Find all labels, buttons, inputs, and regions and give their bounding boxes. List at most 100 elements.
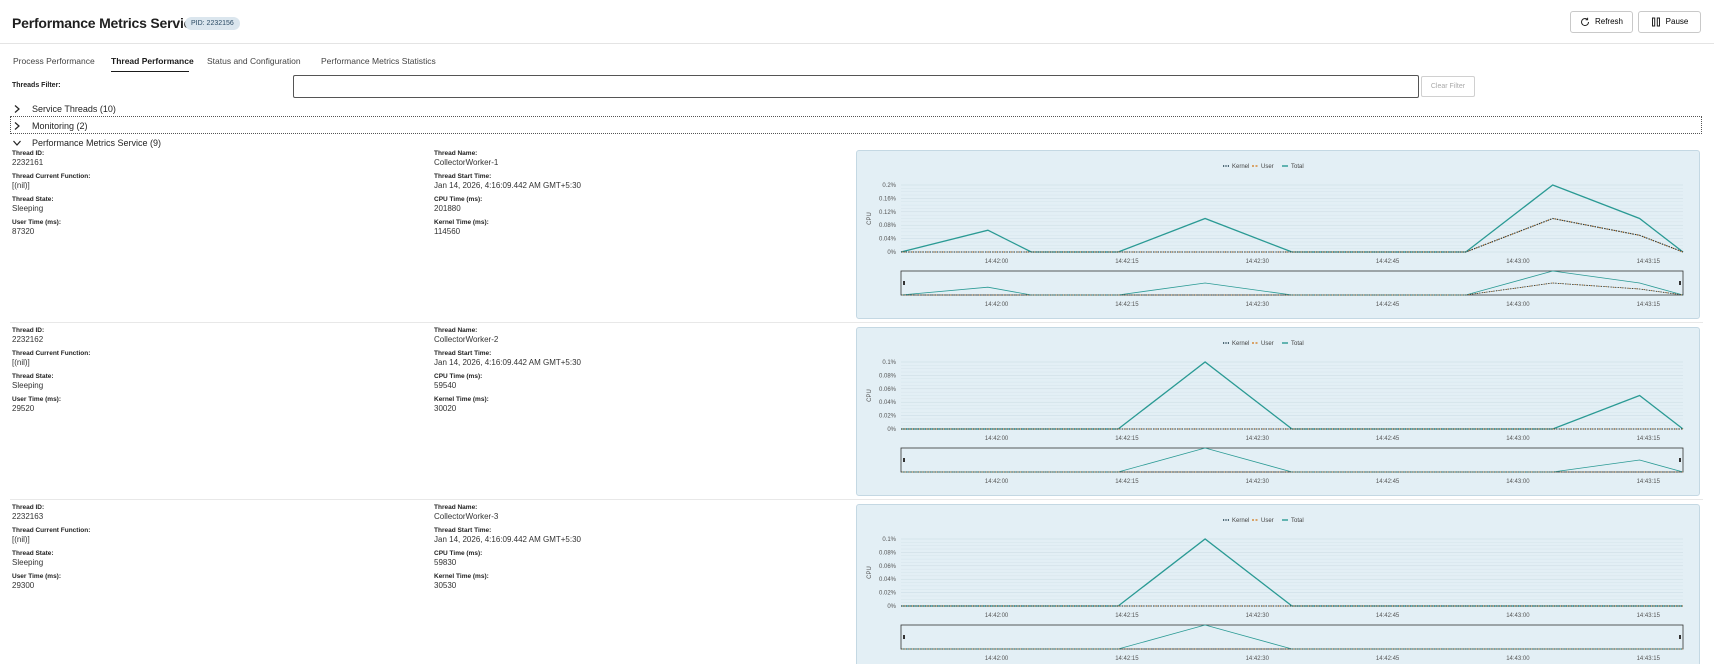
legend-label-user: User bbox=[1261, 341, 1274, 347]
navigator-x-tick-label: 14:42:00 bbox=[985, 656, 1009, 662]
navigator-series-line-total bbox=[900, 270, 1684, 296]
refresh-button[interactable]: Refresh bbox=[1570, 11, 1633, 33]
navigator-x-tick-label: 14:43:15 bbox=[1637, 656, 1661, 662]
pause-button[interactable]: Pause bbox=[1638, 11, 1701, 33]
x-tick-label: 14:42:45 bbox=[1376, 436, 1400, 442]
y-axis-label: CPU bbox=[867, 212, 873, 225]
field-label-state: Thread State: bbox=[12, 550, 54, 557]
navigator-right-handle bbox=[1679, 458, 1681, 462]
navigator-series-line-kernel bbox=[901, 282, 1684, 296]
field-label-thread-id: Thread ID: bbox=[12, 504, 45, 511]
legend-label-kernel: Kernel bbox=[1232, 518, 1249, 524]
navigator-x-tick-label: 14:42:45 bbox=[1376, 302, 1400, 308]
navigator-x-tick-label: 14:42:00 bbox=[985, 302, 1009, 308]
field-value-cpu-time: 59540 bbox=[434, 381, 457, 390]
navigator-series-line-total bbox=[901, 624, 1683, 650]
y-tick-label: 0% bbox=[887, 604, 896, 610]
navigator-x-tick-label: 14:42:30 bbox=[1246, 479, 1270, 485]
field-value-user-time: 29520 bbox=[12, 404, 35, 413]
y-tick-label: 0.04% bbox=[879, 577, 897, 583]
tab-status-configuration[interactable]: Status and Configuration bbox=[207, 56, 301, 66]
cpu-chart-panel[interactable]: Kernel User Total 0% 0.02% 0.04% 0.06% 0.08% 0.1… bbox=[856, 504, 1700, 664]
group-label: Monitoring (2) bbox=[32, 121, 88, 131]
x-tick-label: 14:42:00 bbox=[985, 436, 1009, 442]
chevron-right-icon bbox=[14, 122, 20, 130]
field-label-start-time: Thread Start Time: bbox=[434, 350, 492, 357]
tab-bar: Process Performance Thread Performance S… bbox=[0, 52, 700, 72]
field-value-thread-id: 2232161 bbox=[12, 158, 44, 167]
legend-label-user: User bbox=[1261, 518, 1274, 524]
field-label-kernel-time: Kernel Time (ms): bbox=[434, 396, 489, 403]
pause-icon bbox=[1651, 17, 1660, 27]
navigator-x-tick-label: 14:42:15 bbox=[1115, 656, 1139, 662]
field-label-thread-name: Thread Name: bbox=[434, 150, 478, 157]
navigator-right-handle bbox=[1679, 281, 1681, 285]
group-service-threads[interactable]: Service Threads (10) bbox=[12, 102, 116, 116]
navigator-x-tick-label: 14:42:45 bbox=[1376, 656, 1400, 662]
x-tick-label: 14:42:45 bbox=[1376, 259, 1400, 265]
legend-label-total: Total bbox=[1291, 164, 1304, 170]
field-label-current-function: Thread Current Function: bbox=[12, 527, 91, 534]
clear-filter-button[interactable]: Clear Filter bbox=[1421, 76, 1475, 97]
navigator-x-tick-label: 14:42:30 bbox=[1246, 656, 1270, 662]
field-label-thread-name: Thread Name: bbox=[434, 327, 478, 334]
cpu-chart: Kernel User Total 0% 0.02% 0.04% 0.06% 0.08% 0.1… bbox=[867, 341, 1684, 485]
refresh-label: Refresh bbox=[1594, 17, 1623, 26]
cpu-chart-panel[interactable]: Kernel User Total 0% 0.04% 0.08% 0.12% 0.16% 0.2… bbox=[856, 150, 1700, 319]
field-label-user-time: User Time (ms): bbox=[12, 396, 62, 403]
field-value-thread-name: CollectorWorker-2 bbox=[434, 335, 499, 344]
navigator-x-tick-label: 14:42:30 bbox=[1246, 302, 1270, 308]
navigator-right-handle bbox=[1679, 635, 1681, 639]
navigator-left-handle bbox=[903, 635, 905, 639]
threads-filter-input[interactable] bbox=[293, 75, 1419, 98]
x-tick-label: 14:42:15 bbox=[1115, 613, 1139, 619]
navigator-x-tick-label: 14:42:15 bbox=[1115, 302, 1139, 308]
y-tick-label: 0.12% bbox=[879, 210, 897, 216]
field-label-kernel-time: Kernel Time (ms): bbox=[434, 573, 489, 580]
y-tick-label: 0.02% bbox=[879, 414, 897, 420]
field-label-kernel-time: Kernel Time (ms): bbox=[434, 219, 489, 226]
field-value-thread-id: 2232162 bbox=[12, 335, 44, 344]
field-label-thread-id: Thread ID: bbox=[12, 327, 45, 334]
legend-label-kernel: Kernel bbox=[1232, 341, 1249, 347]
field-label-user-time: User Time (ms): bbox=[12, 219, 62, 226]
field-label-current-function: Thread Current Function: bbox=[12, 350, 91, 357]
field-label-start-time: Thread Start Time: bbox=[434, 173, 492, 180]
field-value-start-time: Jan 14, 2026, 4:16:09.442 AM GMT+5:30 bbox=[434, 535, 581, 544]
pid-badge: PID: 2232156 bbox=[185, 17, 240, 30]
field-label-cpu-time: CPU Time (ms): bbox=[434, 550, 483, 557]
navigator-x-tick-label: 14:43:00 bbox=[1506, 656, 1530, 662]
group-monitoring[interactable]: Monitoring (2) bbox=[12, 119, 88, 133]
field-value-cpu-time: 59830 bbox=[434, 558, 457, 567]
field-label-user-time: User Time (ms): bbox=[12, 573, 62, 580]
legend-label-total: Total bbox=[1291, 341, 1304, 347]
field-value-state: Sleeping bbox=[12, 204, 44, 213]
tab-process-performance[interactable]: Process Performance bbox=[13, 56, 95, 66]
field-label-thread-name: Thread Name: bbox=[434, 504, 478, 511]
app-header: Performance Metrics Service PID: 2232156… bbox=[0, 0, 1714, 44]
thread-separator bbox=[10, 322, 1703, 323]
y-tick-label: 0.08% bbox=[879, 223, 897, 229]
y-tick-label: 0.16% bbox=[879, 196, 897, 202]
y-tick-label: 0.02% bbox=[879, 591, 897, 597]
navigator-x-tick-label: 14:42:45 bbox=[1376, 479, 1400, 485]
tab-thread-performance[interactable]: Thread Performance bbox=[111, 56, 194, 66]
navigator-frame bbox=[900, 624, 1684, 650]
navigator-left-handle bbox=[903, 458, 905, 462]
y-tick-label: 0.1% bbox=[882, 360, 896, 366]
x-tick-label: 14:42:00 bbox=[985, 613, 1009, 619]
tab-performance-metrics-statistics[interactable]: Performance Metrics Statistics bbox=[321, 56, 436, 66]
x-tick-label: 14:42:30 bbox=[1246, 436, 1270, 442]
field-value-thread-id: 2232163 bbox=[12, 512, 44, 521]
navigator-series-line-total bbox=[901, 447, 1684, 473]
cpu-chart: Kernel User Total 0% 0.02% 0.04% 0.06% 0.08% 0.1… bbox=[867, 518, 1684, 662]
y-axis-label: CPU bbox=[867, 389, 873, 402]
cpu-chart-panel[interactable]: Kernel User Total 0% 0.02% 0.04% 0.06% 0.08% 0.1… bbox=[856, 327, 1700, 496]
x-tick-label: 14:43:00 bbox=[1506, 613, 1530, 619]
field-value-user-time: 29300 bbox=[12, 581, 35, 590]
navigator-x-tick-label: 14:43:15 bbox=[1637, 479, 1661, 485]
y-tick-label: 0% bbox=[887, 250, 896, 256]
field-label-current-function: Thread Current Function: bbox=[12, 173, 91, 180]
group-performance-metrics-service[interactable]: Performance Metrics Service (9) bbox=[12, 136, 161, 150]
field-label-cpu-time: CPU Time (ms): bbox=[434, 196, 483, 203]
